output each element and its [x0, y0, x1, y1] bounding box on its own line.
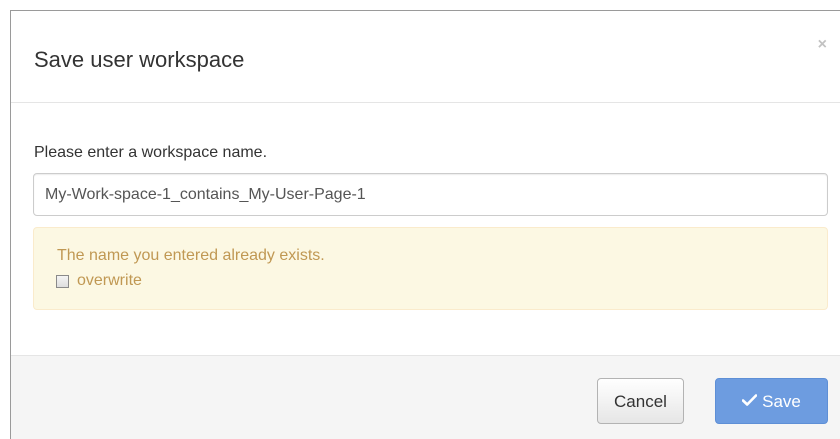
dialog-footer: Cancel Save: [11, 355, 840, 439]
name-exists-warning: The name you entered already exists. ove…: [33, 227, 828, 310]
warning-message: The name you entered already exists.: [57, 247, 325, 264]
overwrite-label[interactable]: overwrite: [77, 271, 142, 291]
dialog-body: Please enter a workspace name. The name …: [11, 103, 840, 354]
cancel-button[interactable]: Cancel: [597, 378, 684, 424]
overwrite-checkbox[interactable]: [56, 274, 69, 288]
save-workspace-dialog: Save user workspace × Please enter a wor…: [10, 10, 840, 439]
save-button[interactable]: Save: [715, 378, 828, 424]
dialog-title: Save user workspace: [34, 47, 245, 72]
workspace-name-label: Please enter a workspace name.: [34, 144, 268, 161]
close-icon[interactable]: ×: [818, 37, 827, 53]
overwrite-option[interactable]: overwrite: [56, 270, 142, 292]
workspace-name-input[interactable]: [33, 173, 828, 216]
save-label: Save: [762, 392, 801, 411]
dialog-header: Save user workspace ×: [11, 11, 840, 103]
check-icon: [741, 379, 758, 423]
